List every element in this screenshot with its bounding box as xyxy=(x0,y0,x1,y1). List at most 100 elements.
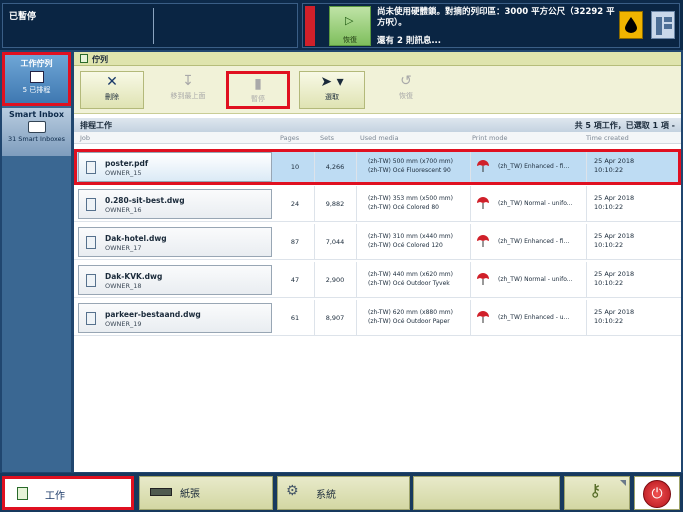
column-divider xyxy=(470,224,471,260)
column-divider xyxy=(356,186,357,222)
job-card[interactable]: Dak-KVK.dwg OWNER_18 xyxy=(78,265,272,295)
bottom-tab-bar: 工作 紙張 ⚙ 系統 ⚷ ⏻ xyxy=(0,473,683,512)
column-divider xyxy=(314,149,315,185)
folder-icon xyxy=(27,121,46,133)
job-time-created: 25 Apr 2018 10:10:22 xyxy=(594,308,664,326)
key-icon: ⚷ xyxy=(589,481,602,501)
job-time: 10:10:22 xyxy=(594,166,624,174)
job-media-size: (zh-TW) 310 mm (x440 mm) xyxy=(368,233,453,240)
job-owner: OWNER_18 xyxy=(105,282,142,290)
job-name: 0.280-sit-best.dwg xyxy=(105,196,185,205)
job-name: Dak-hotel.dwg xyxy=(105,234,167,243)
job-row[interactable]: Dak-hotel.dwg OWNER_17 87 7,044 (zh-TW) … xyxy=(74,224,681,260)
nav-smart-inbox[interactable]: Smart Inbox 31 Smart Inboxes xyxy=(2,108,71,156)
job-pages: 47 xyxy=(290,276,300,284)
selection-summary[interactable]: 共 5 項工作，已選取 1 項 - xyxy=(575,120,675,131)
job-media: (zh-TW) 500 mm (x700 mm) (zh-TW) Océ Flu… xyxy=(368,157,468,175)
left-navigation: 工作佇列 5 已排程 Smart Inbox 31 Smart Inboxes xyxy=(2,52,71,472)
job-owner: OWNER_17 xyxy=(105,244,142,252)
tab-system-label: 系統 xyxy=(316,490,336,501)
control-panel-icon[interactable] xyxy=(651,11,675,39)
document-icon xyxy=(80,54,88,63)
column-divider xyxy=(314,224,315,260)
job-media-size: (zh-TW) 500 mm (x700 mm) xyxy=(368,158,453,165)
more-messages-link[interactable]: 還有 2 則訊息... xyxy=(377,34,441,46)
resume-printer-button[interactable]: ▷ 恢復 xyxy=(329,6,371,46)
column-divider xyxy=(470,149,471,185)
select-button[interactable]: ➤ ▾ 選取 xyxy=(299,71,365,109)
job-sets: 8,907 xyxy=(325,314,345,322)
job-row[interactable]: 0.280-sit-best.dwg OWNER_16 24 9,882 (zh… xyxy=(74,186,681,222)
message-panel: ▷ 恢復 尚未使用硬體鎖。對摘的列印區：3000 平方公尺（32292 平方呎）… xyxy=(302,3,680,48)
job-media: (zh-TW) 440 mm (x620 mm) (zh-TW) Océ Out… xyxy=(368,270,468,288)
play-triangle-icon: ▷ xyxy=(345,14,354,27)
job-time: 10:10:22 xyxy=(594,317,624,325)
status-divider xyxy=(153,8,154,44)
error-indicator xyxy=(305,6,315,46)
tab-system[interactable]: ⚙ 系統 xyxy=(277,476,410,510)
job-pages: 61 xyxy=(290,314,300,322)
select-label: 選取 xyxy=(325,93,339,101)
job-owner: OWNER_19 xyxy=(105,320,142,328)
column-divider xyxy=(470,186,471,222)
job-print-mode: (zh_TW) Enhanced - fi... xyxy=(498,163,570,170)
column-sets[interactable]: Sets xyxy=(320,134,334,142)
document-icon xyxy=(86,198,96,211)
job-time-created: 25 Apr 2018 10:10:22 xyxy=(594,194,664,212)
job-time-created: 25 Apr 2018 10:10:22 xyxy=(594,157,664,175)
column-divider xyxy=(314,300,315,336)
column-headers: Job Pages Sets Used media Print mode Tim… xyxy=(74,132,681,144)
column-divider xyxy=(356,224,357,260)
column-pages[interactable]: Pages xyxy=(280,134,299,142)
column-print-mode[interactable]: Print mode xyxy=(472,134,507,142)
move-to-top-button[interactable]: ↧ 移到最上面 xyxy=(152,71,224,109)
tab-work[interactable]: 工作 xyxy=(2,476,134,510)
warning-message: 尚未使用硬體鎖。對摘的列印區：3000 平方公尺（32292 平方呎）。 xyxy=(377,7,615,28)
power-button[interactable]: ⏻ xyxy=(634,476,680,510)
job-media-size: (zh-TW) 440 mm (x620 mm) xyxy=(368,271,453,278)
column-divider xyxy=(586,186,587,222)
delete-button[interactable]: ✕ 刪除 xyxy=(80,71,144,109)
job-name: poster.pdf xyxy=(105,159,149,168)
job-media: (zh-TW) 310 mm (x440 mm) (zh-TW) Océ Col… xyxy=(368,232,468,250)
job-time: 10:10:22 xyxy=(594,279,624,287)
job-row[interactable]: poster.pdf OWNER_15 10 4,266 (zh-TW) 500… xyxy=(74,149,681,185)
job-card[interactable]: parkeer-bestaand.dwg OWNER_19 xyxy=(78,303,272,333)
column-divider xyxy=(586,224,587,260)
job-date: 25 Apr 2018 xyxy=(594,270,635,278)
job-owner: OWNER_16 xyxy=(105,206,142,214)
resume-job-label: 恢復 xyxy=(399,92,413,100)
column-time-created[interactable]: Time created xyxy=(586,134,629,142)
job-pages: 10 xyxy=(290,163,300,171)
job-row[interactable]: Dak-KVK.dwg OWNER_18 47 2,900 (zh-TW) 44… xyxy=(74,262,681,298)
column-divider xyxy=(356,149,357,185)
delete-label: 刪除 xyxy=(105,93,119,101)
job-owner: OWNER_15 xyxy=(105,169,142,177)
document-icon xyxy=(86,312,96,325)
power-icon: ⏻ xyxy=(643,480,671,508)
column-media[interactable]: Used media xyxy=(360,134,399,142)
column-divider xyxy=(314,186,315,222)
resume-job-button[interactable]: ↺ 恢復 xyxy=(374,71,438,109)
pause-icon: ▮ xyxy=(254,76,262,92)
printer-app: 已暫停 ▷ 恢復 尚未使用硬體鎖。對摘的列印區：3000 平方公尺（32292 … xyxy=(0,0,683,512)
ink-drop-icon[interactable] xyxy=(619,11,643,39)
job-row[interactable]: parkeer-bestaand.dwg OWNER_19 61 8,907 (… xyxy=(74,300,681,336)
job-time: 10:10:22 xyxy=(594,203,624,211)
column-divider xyxy=(470,262,471,298)
job-card[interactable]: poster.pdf OWNER_15 xyxy=(78,152,272,182)
key-button[interactable]: ⚷ xyxy=(564,476,630,510)
pause-button[interactable]: ▮ 暫停 xyxy=(226,71,290,109)
job-sets: 7,044 xyxy=(325,238,345,246)
umbrella-icon xyxy=(477,273,489,285)
tab-empty xyxy=(413,476,560,510)
nav-job-queue[interactable]: 工作佇列 5 已排程 xyxy=(2,52,71,106)
tab-paper[interactable]: 紙張 xyxy=(139,476,273,510)
umbrella-icon xyxy=(477,160,489,172)
job-media-size: (zh-TW) 620 mm (x880 mm) xyxy=(368,309,453,316)
column-job[interactable]: Job xyxy=(80,134,90,142)
job-card[interactable]: Dak-hotel.dwg OWNER_17 xyxy=(78,227,272,257)
job-card[interactable]: 0.280-sit-best.dwg OWNER_16 xyxy=(78,189,272,219)
move-to-top-label: 移到最上面 xyxy=(170,92,206,100)
umbrella-icon xyxy=(477,311,489,323)
